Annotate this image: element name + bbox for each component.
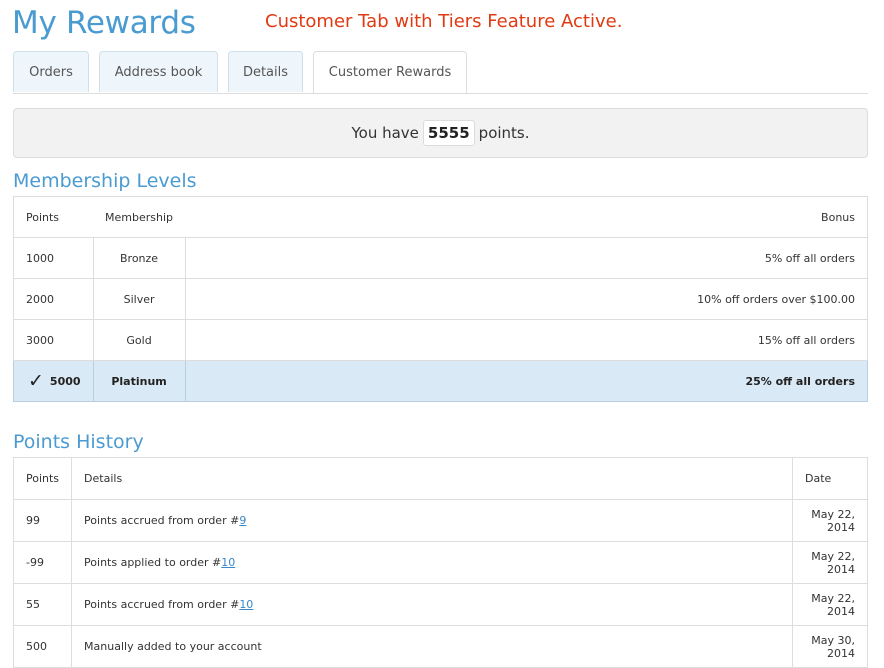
history-details-text: Manually added to your account — [84, 640, 262, 653]
history-details: Points accrued from order #9 — [71, 499, 793, 542]
header-date: Date — [792, 457, 868, 500]
history-details: Points applied to order #10 — [71, 541, 793, 584]
table-row: 55 Points accrued from order #10 May 22,… — [12, 583, 868, 626]
points-history-title: Points History — [13, 431, 144, 453]
table-row: 2000 Silver 10% off orders over $100.00 — [13, 278, 869, 320]
level-points: 3000 — [13, 319, 94, 361]
level-points: ✓ 5000 — [13, 360, 94, 402]
points-value: 5555 — [422, 120, 475, 146]
membership-levels-table: Points Membership Bonus 1000 Bronze 5% o… — [13, 196, 869, 402]
level-bonus: 10% off orders over $100.00 — [184, 278, 869, 320]
points-prefix: You have — [351, 124, 419, 142]
level-points: 1000 — [13, 237, 94, 279]
tab-customer-rewards[interactable]: Customer Rewards — [313, 51, 467, 93]
history-date: May 22, 2014 — [792, 499, 868, 542]
history-points: -99 — [12, 541, 73, 584]
account-tabs: Orders Address book Details Customer Rew… — [13, 51, 868, 94]
points-history-table: Points Details Date 99 Points accrued fr… — [12, 457, 868, 668]
history-date: May 22, 2014 — [792, 541, 868, 584]
level-points-value: 5000 — [49, 375, 81, 388]
history-points: 500 — [12, 625, 73, 668]
points-summary: You have 5555 points. — [13, 108, 868, 158]
level-bonus: 25% off all orders — [184, 360, 869, 402]
history-details: Points accrued from order #10 — [71, 583, 793, 626]
membership-levels-title: Membership Levels — [13, 170, 197, 192]
history-date: May 22, 2014 — [792, 583, 868, 626]
table-row: 99 Points accrued from order #9 May 22, … — [12, 499, 868, 542]
history-details-text: Points accrued from order # — [84, 598, 240, 611]
page-title: My Rewards — [12, 5, 196, 41]
history-details-text: Points applied to order # — [84, 556, 222, 569]
level-name: Platinum — [92, 360, 186, 402]
table-row-current-level: ✓ 5000 Platinum 25% off all orders — [13, 360, 869, 402]
level-name: Gold — [92, 319, 186, 361]
table-row: 3000 Gold 15% off all orders — [13, 319, 869, 361]
table-header-row: Points Membership Bonus — [13, 196, 869, 238]
points-suffix: points. — [478, 124, 530, 142]
order-link[interactable]: 9 — [239, 514, 246, 527]
header-points: Points — [12, 457, 73, 500]
tab-details[interactable]: Details — [228, 51, 303, 92]
header-membership: Membership — [93, 196, 186, 238]
history-points: 99 — [12, 499, 73, 542]
tab-orders[interactable]: Orders — [13, 51, 89, 92]
annotation-text: Customer Tab with Tiers Feature Active. — [265, 11, 623, 32]
order-link[interactable]: 10 — [239, 598, 253, 611]
level-name: Silver — [92, 278, 186, 320]
history-date: May 30, 2014 — [792, 625, 868, 668]
level-bonus: 15% off all orders — [184, 319, 869, 361]
header-details: Details — [71, 457, 793, 500]
table-row: 500 Manually added to your account May 3… — [12, 625, 868, 668]
table-header-row: Points Details Date — [12, 457, 868, 500]
header-bonus: Bonus — [185, 196, 869, 238]
table-row: 1000 Bronze 5% off all orders — [13, 237, 869, 279]
tab-address-book[interactable]: Address book — [99, 51, 218, 92]
header-points: Points — [13, 196, 94, 238]
history-points: 55 — [12, 583, 73, 626]
history-details: Manually added to your account — [71, 625, 793, 668]
order-link[interactable]: 10 — [221, 556, 235, 569]
checkmark-icon: ✓ — [28, 370, 44, 392]
level-name: Bronze — [92, 237, 186, 279]
history-details-text: Points accrued from order # — [84, 514, 240, 527]
level-points: 2000 — [13, 278, 94, 320]
table-row: -99 Points applied to order #10 May 22, … — [12, 541, 868, 584]
level-bonus: 5% off all orders — [184, 237, 869, 279]
